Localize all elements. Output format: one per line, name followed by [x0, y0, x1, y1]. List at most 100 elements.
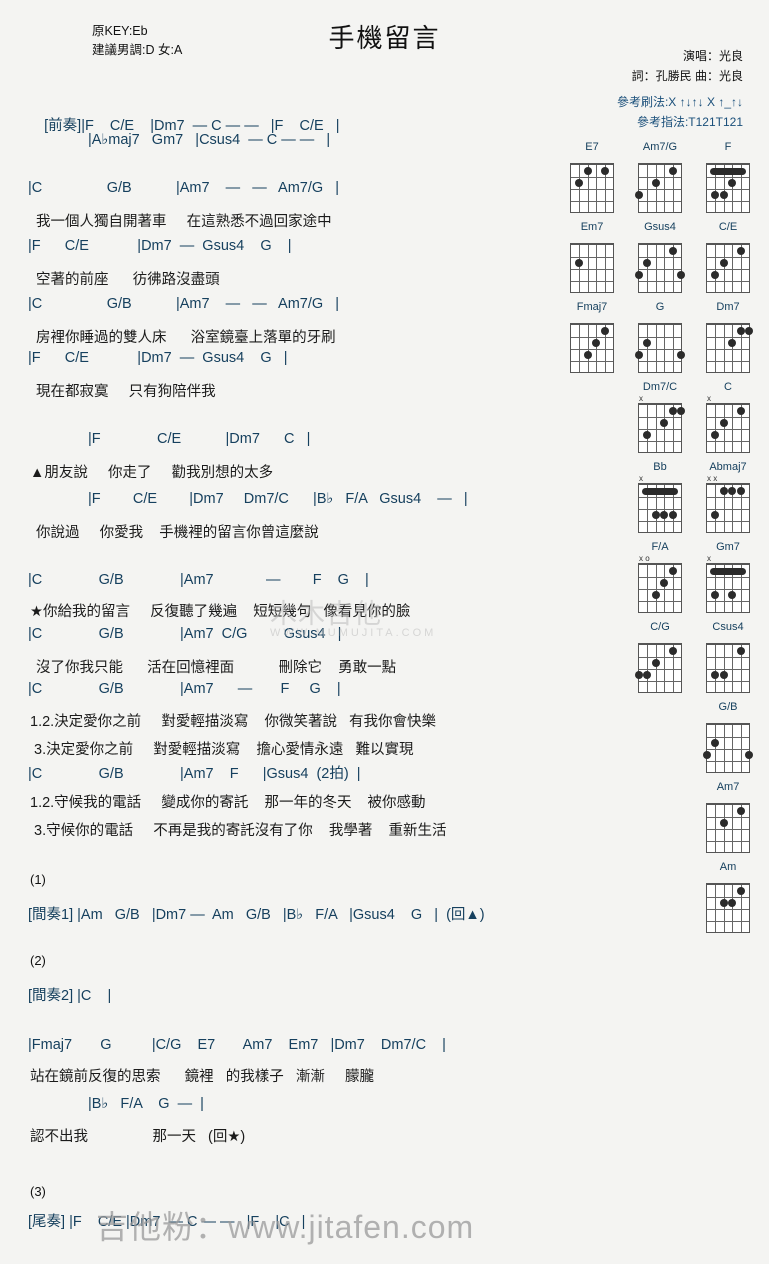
chord-mute-marks — [701, 234, 755, 243]
section-marker: (1) — [30, 872, 46, 887]
chord-diagram-name: C/E — [718, 221, 738, 233]
watermark-middle: 木木吉他 WWW.MUMUJITA.COM — [270, 599, 437, 639]
chord-diagram-name: Gsus4 — [644, 221, 676, 233]
chord-fretboard — [638, 563, 682, 613]
chord-line: |Fmaj7 G |C/G E7 Am7 Em7 |Dm7 Dm7/C | — [28, 1037, 446, 1053]
chord-mute-marks — [701, 154, 755, 163]
chord-fretboard — [706, 163, 750, 213]
chord-mute-marks — [633, 314, 687, 323]
chord-diagram-row: Bb x Abmaj7 x x — [565, 460, 755, 533]
chord-mute-marks — [701, 634, 755, 643]
chord-line: |F C/E |Dm7 — Gsus4 G | — [28, 350, 288, 366]
chord-fretboard — [570, 323, 614, 373]
chord-diagram-row: Fmaj7 G Dm7 — [565, 300, 755, 373]
chord-line: |C G/B |Am7 — — Am7/G | — [28, 296, 340, 312]
lyric-line: 空著的前座 彷彿路沒盡頭 — [36, 272, 220, 288]
chord-fretboard — [638, 483, 682, 533]
chord-diagram-name: Am7/G — [642, 141, 678, 153]
chord-diagram-name: Dm7 — [716, 301, 740, 313]
chord-mute-marks: x x — [707, 474, 718, 483]
chord-diagram: Bb x — [633, 460, 687, 533]
chord-diagram-row: C/G Csus4 — [565, 620, 755, 693]
lyric-line: 1.2.決定愛你之前 對愛輕描淡寫 你微笑著說 有我你會快樂 — [30, 714, 437, 730]
chord-diagram: G/B — [701, 700, 755, 773]
chord-diagram-row: F/A x o Gm7 x — [565, 540, 755, 613]
chord-diagram: Am7 — [701, 780, 755, 853]
chord-diagram: Am7/G — [633, 140, 687, 213]
chord-line: [間奏1] |Am G/B |Dm7 — Am G/B |B♭ F/A |Gsu… — [28, 907, 485, 923]
chord-mute-marks — [633, 634, 687, 643]
lyric-line: 我一個人獨自開著車 在這熟悉不過回家途中 — [36, 214, 332, 230]
chord-diagram-name: F — [724, 141, 732, 153]
lyric-line: 站在鏡前反復的思索 鏡裡 的我樣子 漸漸 朦朧 — [30, 1069, 374, 1085]
lyric-line: 3.守候你的電話 不再是我的寄託沒有了你 我學著 重新生活 — [30, 823, 447, 839]
chord-diagram-panel: E7 Am7/G F Em7 Gsus4 C/E Fmaj7 G Dm7 Dm7/C x Cx Bb x A… — [565, 140, 755, 940]
chord-line: [間奏2] |C | — [28, 988, 112, 1004]
chord-diagram-name: Dm7/C — [642, 381, 678, 393]
chord-fretboard — [706, 563, 750, 613]
chord-diagram-name: G/B — [718, 701, 738, 713]
section-marker: (3) — [30, 1184, 46, 1199]
chord-diagram: Gm7 x — [701, 540, 755, 613]
chord-diagram: Abmaj7 x x — [701, 460, 755, 533]
chord-diagram: E7 — [565, 140, 619, 213]
chord-diagram-name: Am — [719, 861, 737, 873]
chord-fretboard — [706, 483, 750, 533]
chord-diagram-row: E7 Am7/G F — [565, 140, 755, 213]
chord-diagram: C/E — [701, 220, 755, 293]
chord-diagram-name: Abmaj7 — [709, 461, 747, 473]
chord-mute-marks — [633, 234, 687, 243]
chord-diagram: C/G — [633, 620, 687, 693]
chord-sheet: 原KEY:Eb 建議男調:D 女:A 手機留言 演唱：光良 詞：孔勝民 曲：光良… — [0, 0, 769, 1264]
chord-mute-marks — [633, 154, 687, 163]
chord-diagram-name: E7 — [585, 141, 599, 153]
section-marker: (2) — [30, 953, 46, 968]
chord-fretboard — [635, 643, 682, 693]
chord-fretboard — [703, 723, 753, 773]
chord-mute-marks — [565, 314, 619, 323]
chord-diagram: Dm7 — [701, 300, 755, 373]
chord-diagram-name: Gm7 — [716, 541, 740, 553]
chord-diagram-name: F/A — [651, 541, 669, 553]
chord-diagram-row: Am — [565, 860, 755, 933]
chord-diagram: Fmaj7 — [565, 300, 619, 373]
chord-diagram-name: G — [655, 301, 665, 313]
chord-diagram-row: G/B — [565, 700, 755, 773]
lyric-line: 房裡你睡過的雙人床 浴室鏡臺上落單的牙刷 — [36, 330, 336, 346]
chord-fretboard — [706, 323, 753, 373]
chord-fretboard — [570, 163, 614, 213]
watermark-middle-url: WWW.MUMUJITA.COM — [270, 627, 437, 639]
lyric-line: 1.2.守候我的電話 變成你的寄託 那一年的冬天 被你感動 — [30, 795, 426, 811]
chord-mute-marks — [701, 314, 755, 323]
chord-fretboard — [635, 323, 685, 373]
chord-line: |F C/E |Dm7 Dm7/C |B♭ F/A Gsus4 — | — [88, 491, 468, 507]
chord-diagram: F — [701, 140, 755, 213]
chord-diagram-name: Fmaj7 — [576, 301, 608, 313]
chord-line: |C G/B |Am7 — F G | — [28, 681, 341, 697]
chord-fretboard — [635, 243, 685, 293]
chord-mute-marks: x o — [639, 554, 650, 563]
chord-line: |C G/B |Am7 — — Am7/G | — [28, 180, 340, 196]
chord-line: |C G/B |Am7 — F G | — [28, 572, 369, 588]
chord-mute-marks: x — [639, 474, 643, 483]
chord-fretboard — [706, 243, 750, 293]
chord-fretboard — [706, 403, 750, 453]
lyric-line: 沒了你我只能 活在回憶裡面 刪除它 勇敢一點 — [36, 660, 397, 676]
chord-fretboard — [706, 643, 750, 693]
lyric-line: ▲朋友說 你走了 勸我別想的太多 — [30, 465, 274, 481]
chord-mute-marks: x — [707, 394, 711, 403]
chord-diagram: G — [633, 300, 687, 373]
chord-line: |F C/E |Dm7 C | — [88, 431, 311, 447]
chord-diagram: Em7 — [565, 220, 619, 293]
chord-diagram: Dm7/C x — [633, 380, 687, 453]
chord-diagram-name: C/G — [650, 621, 670, 633]
chord-fretboard — [706, 803, 750, 853]
chord-line: |C G/B |Am7 F |Gsus4 (2拍) | — [28, 766, 361, 782]
watermark-bottom: 吉他粉：www.jitafen.com — [96, 1209, 475, 1245]
chord-diagram: Am — [701, 860, 755, 933]
chord-mute-marks — [701, 874, 755, 883]
chord-diagram-name: Am7 — [716, 781, 740, 793]
chord-diagram-row: Dm7/C x Cx — [565, 380, 755, 453]
chord-fretboard — [706, 883, 750, 933]
chord-mute-marks — [701, 794, 755, 803]
